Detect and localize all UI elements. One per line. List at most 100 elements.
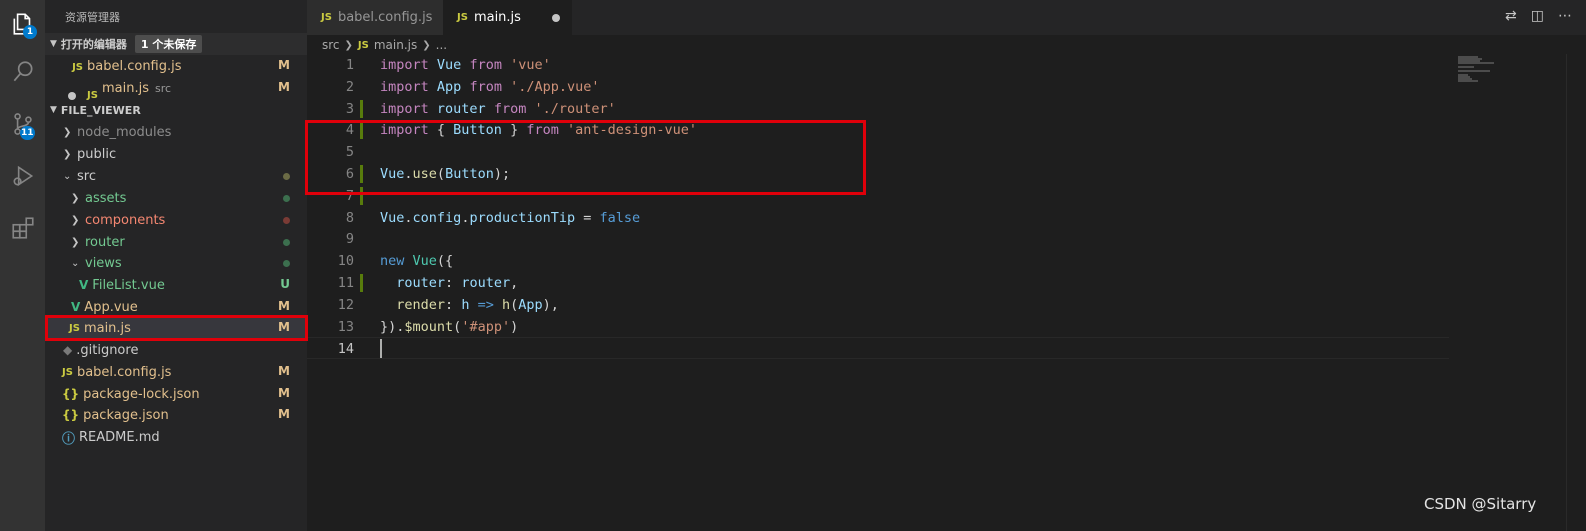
tree-label: public (77, 146, 117, 162)
tree-file-readme[interactable]: ⓘ README.md (45, 426, 307, 448)
line-number: 2 (345, 78, 354, 95)
code-line[interactable]: 12 render: h => h(App), (307, 294, 1449, 316)
code-token: . (404, 209, 413, 226)
line-number: 3 (345, 100, 354, 117)
extensions-icon[interactable] (0, 204, 45, 252)
explorer-badge: 1 (23, 25, 37, 39)
code-line[interactable]: 3 import router from './router' (307, 98, 1449, 120)
code-token: import (380, 100, 429, 117)
code-token: => (477, 296, 494, 313)
tree-label: package.json (83, 407, 169, 423)
git-status: M (278, 407, 290, 421)
search-icon[interactable] (0, 48, 45, 96)
code-line[interactable]: 1 import Vue from 'vue' (307, 54, 1449, 76)
tree-folder-src[interactable]: ⌄ src (45, 165, 307, 187)
tree-file-package-json[interactable]: {} package.json M (45, 404, 307, 426)
code-line[interactable]: 8 Vue.config.productionTip = false (307, 207, 1449, 229)
chevron-right-icon: ❯ (422, 39, 431, 51)
open-editor-label: babel.config.js (87, 58, 182, 74)
minimap[interactable] (1450, 54, 1570, 94)
chevron-down-icon: ⌄ (63, 170, 72, 182)
code-token: import (380, 57, 429, 73)
tree-label: views (85, 255, 122, 271)
more-actions-icon[interactable]: ⋯ (1558, 8, 1572, 24)
explorer-icon[interactable]: 1 (0, 0, 45, 48)
git-status: M (278, 386, 290, 400)
open-editor-item[interactable]: JS babel.config.js M (45, 55, 307, 77)
git-file-icon: ◆ (63, 343, 73, 357)
json-file-icon: {} (62, 387, 80, 401)
tab-main-js[interactable]: JS main.js (443, 0, 572, 35)
code-line[interactable]: 13}).$mount('#app') (307, 316, 1449, 338)
tree-folder-assets[interactable]: ❯ assets (45, 187, 307, 209)
modified-dot-icon (283, 173, 290, 180)
editor-tab-bar: JS babel.config.js JS main.js ⇄ ◫ ⋯ (307, 0, 1586, 35)
code-token: : (445, 296, 462, 313)
code-token: from (469, 78, 502, 95)
tree-folder-components[interactable]: ❯ components (45, 209, 307, 231)
code-line[interactable]: 11 router: router, (307, 272, 1449, 294)
line-number: 9 (345, 231, 354, 248)
code-line[interactable]: 10 new Vue({ (307, 250, 1449, 272)
breadcrumb-folder[interactable]: src (322, 38, 340, 52)
editor-scrollbar[interactable] (1566, 54, 1581, 531)
tab-babel-config[interactable]: JS babel.config.js (307, 0, 443, 35)
open-editors-title: 打开的编辑器 (60, 38, 127, 51)
chevron-right-icon: ❯ (63, 126, 72, 138)
code-line[interactable]: 14 (307, 337, 1449, 360)
open-editor-item[interactable]: JS main.js src M (45, 77, 307, 101)
tree-file-gitignore[interactable]: ◆ .gitignore (45, 339, 307, 361)
run-debug-icon[interactable] (0, 152, 45, 200)
editor-actions: ⇄ ◫ ⋯ (1505, 8, 1572, 24)
code-line[interactable]: 2 import App from './App.vue' (307, 76, 1449, 98)
tree-file-filelist-vue[interactable]: V FileList.vue U (45, 274, 307, 296)
open-changes-icon[interactable]: ⇄ (1505, 8, 1517, 24)
code-line[interactable]: 9 (307, 228, 1449, 250)
code-token: Vue (412, 253, 437, 270)
tree-folder-router[interactable]: ❯ router (45, 231, 307, 253)
tree-label: README.md (79, 429, 160, 445)
tree-folder-views[interactable]: ⌄ views (45, 252, 307, 274)
code-token: '#app' (461, 318, 511, 335)
tree-label: App.vue (84, 299, 138, 315)
open-editors-header[interactable]: ▼ 打开的编辑器 1 个未保存 (45, 33, 307, 55)
code-token: config (412, 209, 462, 226)
breadcrumb-more[interactable]: ... (436, 38, 447, 52)
tree-label: components (85, 212, 166, 228)
unsaved-dot-icon[interactable] (552, 14, 560, 22)
code-text: new Vue({ (380, 250, 453, 272)
tree-label: package-lock.json (83, 386, 200, 402)
line-number: 13 (337, 318, 354, 335)
project-header[interactable]: ▼ FILE_VIEWER (45, 99, 307, 121)
untracked-dot-icon (283, 195, 290, 202)
tree-folder-public[interactable]: ❯ public (45, 143, 307, 165)
chevron-down-icon: ⌄ (71, 257, 80, 269)
tree-folder-node-modules[interactable]: ❯ node_modules (45, 121, 307, 143)
unsaved-badge: 1 个未保存 (134, 35, 203, 53)
gutter-modified-marker (360, 274, 363, 292)
breadcrumb-file[interactable]: main.js (374, 38, 417, 52)
code-token: 'vue' (510, 57, 551, 73)
tree-label: router (85, 234, 125, 250)
project-title: FILE_VIEWER (60, 103, 141, 117)
tree-file-package-lock[interactable]: {} package-lock.json M (45, 383, 307, 405)
tree-label: babel.config.js (76, 364, 172, 380)
line-number: 10 (337, 253, 354, 270)
js-file-icon: JS (457, 12, 468, 23)
vue-file-icon: V (79, 278, 89, 292)
split-editor-icon[interactable]: ◫ (1531, 8, 1544, 24)
code-token: ({ (436, 253, 454, 270)
tree-file-babel-config[interactable]: JS babel.config.js M (45, 361, 307, 383)
code-text: render: h => h(App), (380, 294, 559, 316)
code-token: router (396, 275, 446, 291)
code-text: import router from './router' (380, 98, 616, 120)
info-file-icon: ⓘ (62, 431, 76, 447)
code-token: }). (380, 318, 405, 335)
source-control-icon[interactable]: 11 (0, 100, 45, 148)
